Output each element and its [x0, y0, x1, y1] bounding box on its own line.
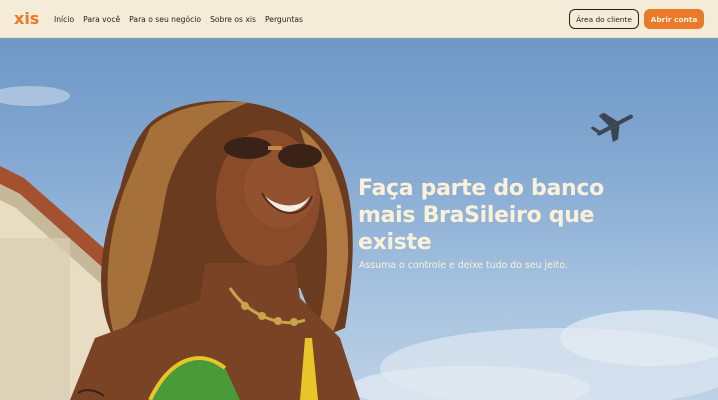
airplane-icon — [590, 112, 633, 143]
nav-link-perguntas[interactable]: Perguntas — [265, 15, 303, 24]
hero-section: Faça parte do banco mais BraSileiro que … — [0, 38, 718, 400]
nav-link-inicio[interactable]: Início — [54, 15, 74, 24]
nav-link-para-o-seu-negocio[interactable]: Para o seu negócio — [129, 15, 201, 24]
main-nav: Início Para você Para o seu negócio Sobr… — [54, 0, 303, 38]
headline-line-1: Faça parte do banco — [358, 176, 604, 201]
nav-link-sobre-os-xis[interactable]: Sobre os xis — [210, 15, 256, 24]
headline-line-3: existe — [358, 230, 432, 255]
open-account-button[interactable]: Abrir conta — [644, 9, 704, 29]
hero-subheadline: Assuma o controle e deixe tudo do seu je… — [359, 260, 568, 271]
headline-line-2: mais BraSileiro que — [358, 203, 595, 228]
xis-logo[interactable]: xis — [14, 9, 39, 29]
hero-headline: Faça parte do banco mais BraSileiro que … — [358, 175, 698, 256]
top-navbar: xis Início Para você Para o seu negócio … — [0, 0, 718, 38]
client-area-button[interactable]: Área do cliente — [569, 9, 639, 29]
nav-link-para-voce[interactable]: Para você — [83, 15, 120, 24]
